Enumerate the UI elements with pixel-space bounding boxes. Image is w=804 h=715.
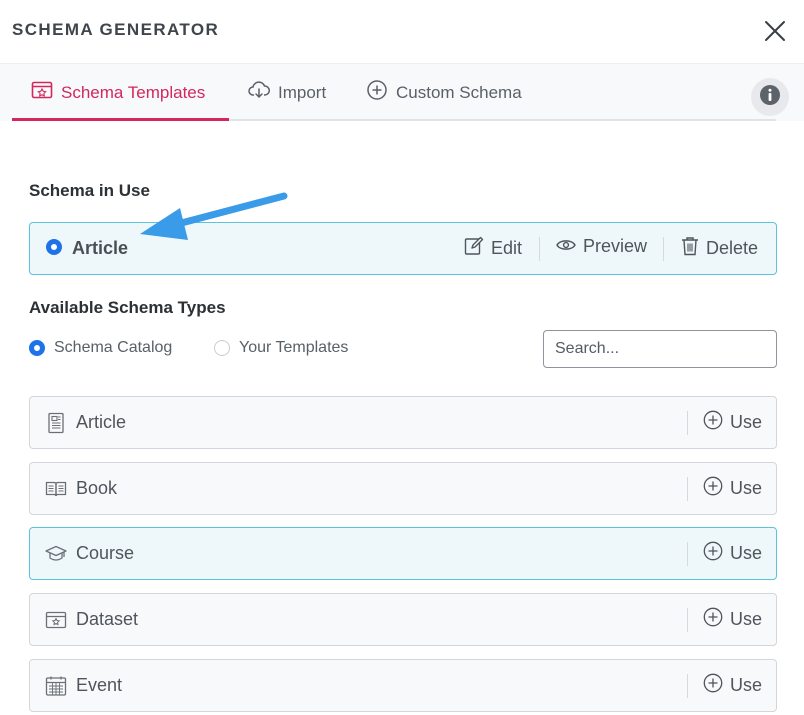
tab-label: Schema Templates (61, 82, 206, 102)
use-button[interactable]: Use (703, 607, 762, 632)
radio-selected (29, 340, 45, 356)
item-label: Article (76, 412, 127, 432)
tab-label: Custom Schema (396, 82, 522, 102)
divider (663, 237, 664, 261)
list-item-dataset: Dataset Use (29, 593, 777, 646)
template-icon (31, 80, 53, 105)
list-item-event: Event Use (29, 659, 777, 712)
edit-button[interactable]: Edit (464, 236, 522, 261)
available-schema-types-heading: Available Schema Types (29, 298, 226, 317)
info-icon (759, 84, 781, 111)
divider (687, 477, 688, 501)
plus-circle-icon (703, 607, 723, 632)
tab-label: Import (278, 82, 327, 102)
schema-catalog-option[interactable]: Schema Catalog (29, 339, 172, 357)
list-item-article: Article Use (29, 396, 777, 449)
cloud-download-icon (248, 80, 270, 105)
tab-schema-templates[interactable]: Schema Templates (31, 64, 205, 121)
preview-label: Preview (583, 236, 648, 256)
list-item-course: Course Use (29, 527, 777, 580)
tab-bar: Schema Templates Import Custom Schema (0, 63, 804, 121)
annotation-arrow (130, 188, 290, 253)
item-label: Book (76, 478, 118, 498)
graduation-cap-icon (45, 543, 67, 565)
item-label: Dataset (76, 609, 139, 629)
plus-circle-icon (703, 476, 723, 501)
divider (687, 411, 688, 435)
use-label: Use (730, 609, 763, 629)
plus-circle-icon (703, 673, 723, 698)
edit-label: Edit (491, 238, 523, 258)
divider (539, 237, 540, 261)
list-item-book: Book Use (29, 462, 777, 515)
plus-circle-icon (703, 410, 723, 435)
tab-custom-schema[interactable]: Custom Schema (366, 64, 522, 121)
plus-circle-icon (366, 79, 388, 106)
search-input[interactable] (543, 330, 777, 368)
book-icon (45, 478, 67, 500)
selected-radio (46, 239, 62, 255)
option-label: Schema Catalog (54, 339, 173, 356)
tab-import[interactable]: Import (248, 64, 326, 121)
close-icon[interactable] (762, 18, 788, 44)
use-label: Use (730, 478, 763, 498)
radio-unselected (214, 340, 230, 356)
divider (687, 608, 688, 632)
divider (687, 674, 688, 698)
modal-header: SCHEMA GENERATOR (0, 0, 804, 63)
delete-label: Delete (706, 238, 759, 258)
plus-circle-icon (703, 541, 723, 566)
use-label: Use (730, 675, 763, 695)
item-label: Event (76, 675, 123, 695)
use-button[interactable]: Use (703, 541, 762, 566)
your-templates-option[interactable]: Your Templates (214, 339, 348, 357)
use-button[interactable]: Use (703, 476, 762, 501)
delete-button[interactable]: Delete (681, 236, 758, 261)
schema-in-use-name: Article (72, 238, 129, 258)
preview-button[interactable]: Preview (556, 236, 647, 257)
info-button[interactable] (751, 78, 789, 116)
trash-icon (681, 236, 699, 261)
modal-title: SCHEMA GENERATOR (12, 20, 220, 39)
use-label: Use (730, 543, 763, 563)
use-label: Use (730, 412, 763, 432)
edit-icon (464, 236, 484, 261)
item-label: Course (76, 543, 135, 563)
active-tab-indicator (12, 118, 229, 121)
use-button[interactable]: Use (703, 410, 762, 435)
use-button[interactable]: Use (703, 673, 762, 698)
eye-icon (556, 236, 576, 257)
divider (687, 542, 688, 566)
article-icon (45, 412, 67, 434)
dataset-icon (45, 609, 67, 631)
option-label: Your Templates (239, 339, 349, 356)
calendar-icon (45, 675, 67, 697)
